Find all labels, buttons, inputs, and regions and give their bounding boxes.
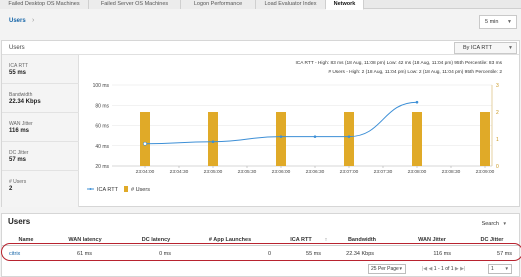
stat-label: DC Jitter (9, 150, 29, 156)
chevron-down-icon: ▼ (502, 221, 507, 226)
tab-failed-desktop-os-machines[interactable]: Failed Desktop OS Machines (0, 0, 89, 9)
x-tick-label: 23:06:00 (272, 169, 291, 175)
per-page-select[interactable]: 25 Per Page ▼ (368, 264, 406, 274)
tab-logon-performance[interactable]: Logon Performance (181, 0, 256, 9)
stat-ica-rtt: ICA RTT 55 ms (2, 55, 79, 84)
ica-rtt-point (347, 135, 351, 138)
stat-bandwidth: Bandwidth 22.34 Kbps (2, 84, 79, 113)
stat-label: # Users (9, 179, 27, 185)
users-bar (480, 112, 490, 166)
ica-rtt-point (211, 140, 215, 143)
report-tabs: Failed Desktop OS Machines Failed Server… (0, 0, 521, 10)
legend-users-swatch (124, 186, 128, 192)
users-table-panel: Users Search ▼ Name WAN latency DC laten… (1, 213, 521, 277)
x-tick-label: 23:06:30 (306, 169, 325, 175)
y-left-tick-label: 20 ms (95, 164, 109, 170)
tab-failed-server-os-machines[interactable]: Failed Server OS Machines (89, 0, 181, 9)
users-table-title: Users (8, 217, 31, 226)
x-tick-label: 23:07:30 (374, 169, 393, 175)
time-range-select[interactable]: 5 min ▼ (479, 15, 517, 29)
y-right-tick-label: 0 (496, 164, 499, 170)
stat-label: ICA RTT (9, 63, 29, 69)
ica-rtt-point (313, 135, 317, 138)
time-range-value: 5 min (485, 19, 499, 25)
users-bar (276, 112, 286, 166)
users-bar (140, 112, 150, 166)
chevron-right-icon: › (32, 17, 35, 24)
search-label: Search (481, 221, 499, 227)
stat-label: Bandwidth (9, 92, 33, 98)
stat-user-count: # Users 2 (2, 171, 79, 200)
page-number-select[interactable]: 1 ▼ (488, 264, 512, 274)
page-info: 1 - 1 of 1 (433, 266, 454, 272)
search-dropdown[interactable]: Search ▼ (482, 221, 507, 227)
pagination-controls: |◀ ◀ 1 - 1 of 1 ▶ ▶| (422, 264, 486, 274)
x-tick-label: 23:08:30 (442, 169, 461, 175)
stat-value: 2 (9, 186, 13, 192)
y-right-tick-label: 1 (496, 137, 499, 143)
y-left-tick-label: 80 ms (95, 103, 109, 109)
users-bar (208, 112, 218, 166)
breadcrumb: Users › 5 min ▼ (0, 14, 521, 30)
ica-rtt-point (279, 135, 283, 138)
tab-network[interactable]: Network (326, 0, 364, 10)
y-right-tick-label: 3 (496, 83, 499, 89)
previous-page-icon[interactable]: ◀ (429, 266, 433, 272)
y-right-tick-label: 2 (496, 110, 499, 116)
x-tick-label: 23:04:00 (136, 169, 155, 175)
metric-select[interactable]: By ICA RTT ▼ (454, 42, 517, 54)
last-page-icon[interactable]: ▶| (460, 266, 465, 272)
stat-dc-jitter: DC Jitter 57 ms (2, 142, 79, 171)
y-left-tick-label: 40 ms (95, 144, 109, 150)
panel-header: Users By ICA RTT ▼ (2, 41, 519, 55)
chart-summary-ica-rtt: ICA RTT - High: 83 ms (18 Aug, 11:08 pm)… (295, 60, 502, 66)
users-bar (412, 112, 422, 166)
x-tick-label: 23:08:00 (408, 169, 427, 175)
chart-summary-users: # Users - High: 2 (18 Aug, 11:04 pm) Low… (328, 69, 502, 75)
panel-title: Users (9, 45, 25, 51)
stat-value: 116 ms (9, 128, 30, 134)
chevron-down-icon: ▼ (398, 266, 403, 271)
x-tick-label: 23:05:00 (204, 169, 223, 175)
next-page-icon[interactable]: ▶ (455, 266, 459, 272)
chevron-down-icon: ▼ (507, 19, 512, 25)
stat-value: 57 ms (9, 157, 27, 163)
row-highlight-oval (1, 243, 521, 261)
stat-wan-jitter: WAN Jitter 116 ms (2, 113, 79, 142)
chart-canvas: ICA RTT - High: 83 ms (18 Aug, 11:08 pm)… (87, 60, 503, 193)
chevron-down-icon: ▼ (508, 45, 513, 51)
first-page-icon[interactable]: |◀ (422, 266, 427, 272)
x-tick-label: 23:04:30 (170, 169, 189, 175)
per-page-value: 25 Per Page (371, 266, 399, 272)
ica-rtt-point (143, 141, 147, 146)
stat-value: 22.34 Kbps (9, 99, 41, 105)
tab-load-evaluator-index[interactable]: Load Evaluator Index (256, 0, 326, 9)
stat-label: WAN Jitter (9, 121, 33, 127)
x-tick-label: 23:09:00 (476, 169, 495, 175)
y-left-tick-label: 60 ms (95, 124, 109, 130)
chevron-down-icon: ▼ (504, 266, 509, 271)
users-bar (344, 112, 354, 166)
stats-sidebar: ICA RTT 55 ms Bandwidth 22.34 Kbps WAN J… (2, 55, 79, 207)
ica-rtt-chart: ICA RTT - High: 83 ms (18 Aug, 11:08 pm)… (82, 56, 519, 204)
metric-select-value: By ICA RTT (463, 45, 492, 51)
legend-ica-rtt-marker (89, 188, 92, 190)
y-left-tick-label: 100 ms (93, 83, 110, 89)
legend-users-label: # Users (131, 187, 150, 193)
legend-ica-rtt-label: ICA RTT (97, 187, 119, 193)
x-tick-label: 23:07:00 (340, 169, 359, 175)
ica-rtt-point (415, 100, 419, 104)
x-tick-label: 23:05:30 (238, 169, 257, 175)
page-number-value: 1 (491, 266, 494, 272)
stat-value: 55 ms (9, 70, 27, 76)
breadcrumb-users-link[interactable]: Users (9, 18, 26, 24)
